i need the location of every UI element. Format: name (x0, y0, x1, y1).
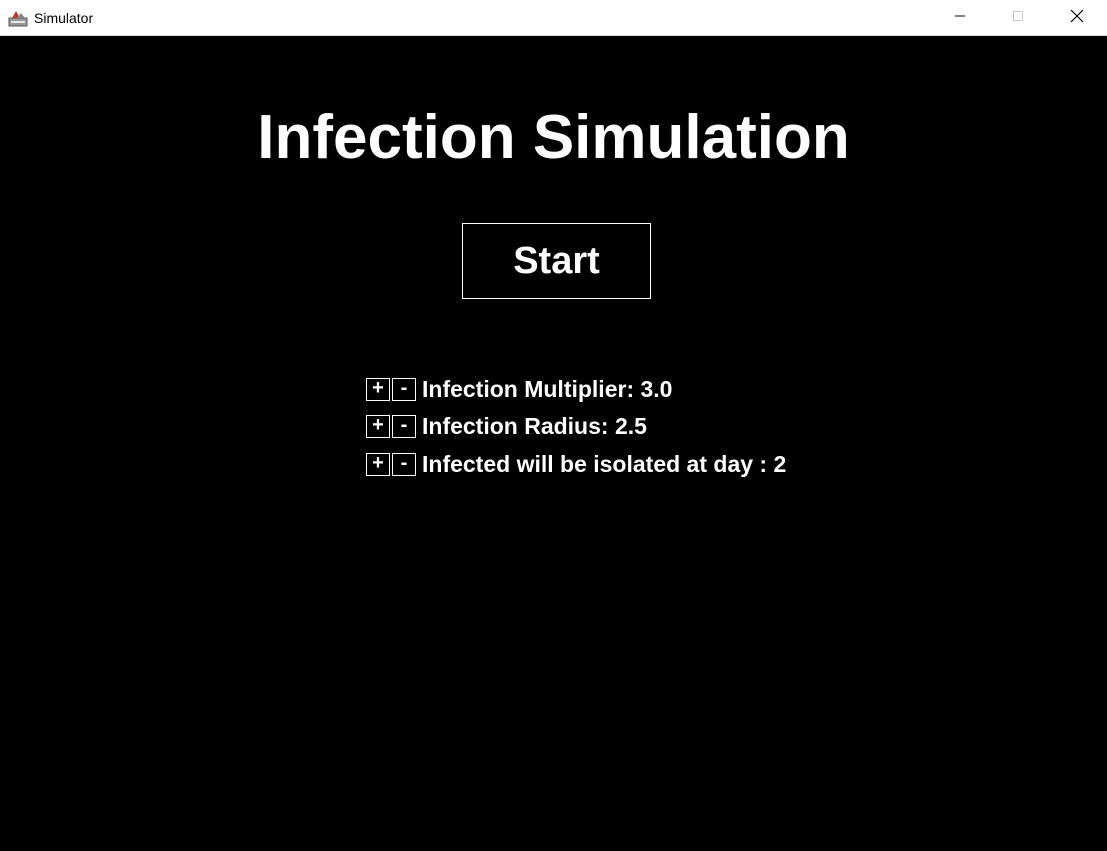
minimize-icon (954, 9, 966, 27)
page-title: Infection Simulation (257, 103, 850, 172)
start-button[interactable]: Start (462, 223, 651, 299)
setting-row-infection-multiplier: + - Infection Multiplier: 3.0 (366, 376, 672, 402)
infection-radius-label: Infection Radius: 2.5 (422, 412, 647, 439)
increase-infection-multiplier-button[interactable]: + (366, 377, 390, 401)
maximize-icon (1012, 9, 1024, 27)
window-titlebar[interactable]: Simulator (0, 0, 1107, 36)
infection-multiplier-label: Infection Multiplier: 3.0 (422, 375, 673, 402)
minimize-button[interactable] (931, 0, 989, 36)
decrease-isolation-day-button[interactable]: - (392, 452, 416, 476)
setting-row-isolation-day: + - Infected will be isolated at day : 2 (366, 451, 786, 477)
increase-isolation-day-button[interactable]: + (366, 452, 390, 476)
close-button[interactable] (1048, 0, 1106, 36)
increase-infection-radius-button[interactable]: + (366, 414, 390, 438)
maximize-button[interactable] (989, 0, 1047, 36)
decrease-infection-radius-button[interactable]: - (392, 414, 416, 438)
main-panel: Infection Simulation Start + - Infection… (0, 36, 1107, 851)
java-app-icon (8, 8, 28, 28)
setting-row-infection-radius: + - Infection Radius: 2.5 (366, 413, 647, 439)
decrease-infection-multiplier-button[interactable]: - (392, 377, 416, 401)
window-title: Simulator (34, 10, 94, 26)
close-icon (1070, 9, 1084, 28)
isolation-day-label: Infected will be isolated at day : 2 (422, 450, 787, 477)
